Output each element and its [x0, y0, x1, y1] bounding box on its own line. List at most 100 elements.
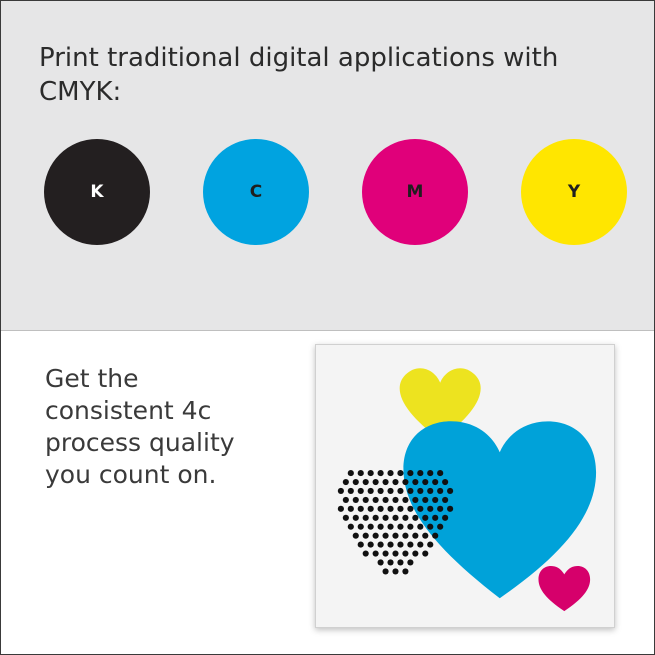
- halftone-dot: [367, 470, 374, 477]
- halftone-dot: [417, 470, 424, 477]
- halftone-dot: [447, 487, 454, 495]
- halftone-dot: [392, 550, 399, 557]
- halftone-dot: [412, 550, 419, 557]
- halftone-dot: [377, 559, 384, 566]
- halftone-dot: [442, 478, 449, 486]
- halftone-dot: [347, 487, 354, 495]
- halftone-dot: [397, 487, 404, 495]
- halftone-dot: [357, 505, 364, 512]
- ink-label-y: Y: [567, 182, 581, 202]
- halftone-dot: [417, 541, 424, 548]
- halftone-dot: [437, 505, 444, 512]
- halftone-dot: [427, 523, 434, 530]
- halftone-dot: [397, 505, 404, 512]
- halftone-dot: [402, 478, 409, 486]
- ink-swatch-row: K C M Y: [1, 139, 654, 249]
- halftone-dot: [407, 523, 414, 530]
- halftone-dot: [362, 514, 369, 521]
- hearts-photo: [315, 344, 615, 628]
- halftone-dot: [372, 550, 379, 557]
- halftone-dot: [377, 470, 384, 477]
- halftone-dot: [442, 514, 449, 521]
- halftone-dot: [427, 541, 434, 548]
- halftone-dot: [372, 478, 379, 486]
- halftone-dot: [417, 487, 424, 495]
- halftone-dot: [382, 532, 389, 539]
- halftone-dot: [337, 487, 344, 495]
- halftone-dot: [392, 514, 399, 521]
- halftone-dot: [392, 478, 399, 486]
- halftone-dot: [377, 505, 384, 512]
- page: Print traditional digital applications w…: [0, 0, 655, 655]
- halftone-dot: [432, 496, 439, 503]
- halftone-dot: [437, 523, 444, 530]
- halftone-dot: [352, 496, 359, 503]
- halftone-dot: [422, 496, 429, 503]
- halftone-dot: [397, 523, 404, 530]
- halftone-dot: [362, 478, 369, 486]
- halftone-dot: [387, 505, 394, 512]
- halftone-dot: [387, 487, 394, 495]
- halftone-dot: [402, 550, 409, 557]
- halftone-dot: [362, 550, 369, 557]
- halftone-dot: [387, 559, 394, 566]
- ink-swatch-magenta: M: [362, 139, 468, 245]
- halftone-dot: [432, 478, 439, 486]
- halftone-dot: [442, 496, 449, 503]
- ink-label-k: K: [90, 182, 104, 202]
- halftone-dot: [367, 505, 374, 512]
- halftone-dot: [347, 470, 354, 477]
- halftone-dot: [437, 487, 444, 495]
- halftone-dot: [432, 532, 439, 539]
- halftone-dot: [422, 514, 429, 521]
- halftone-dot: [397, 470, 404, 477]
- halftone-dot: [382, 568, 389, 575]
- halftone-dot: [357, 541, 364, 548]
- halftone-dot: [402, 496, 409, 503]
- halftone-dot: [407, 541, 414, 548]
- halftone-dot: [347, 505, 354, 512]
- halftone-dot: [407, 559, 414, 566]
- halftone-dot: [382, 496, 389, 503]
- halftone-dot: [412, 478, 419, 486]
- halftone-dot: [347, 523, 354, 530]
- ink-label-c: C: [249, 182, 263, 202]
- ink-swatch-cyan: C: [203, 139, 309, 245]
- halftone-dot: [377, 523, 384, 530]
- halftone-dot: [367, 541, 374, 548]
- halftone-dot: [382, 550, 389, 557]
- halftone-dot: [357, 470, 364, 477]
- halftone-dot: [397, 559, 404, 566]
- halftone-dot: [352, 532, 359, 539]
- halftone-dot: [387, 541, 394, 548]
- halftone-dot: [407, 470, 414, 477]
- halftone-dot: [382, 478, 389, 486]
- halftone-dot: [357, 523, 364, 530]
- halftone-dot: [362, 532, 369, 539]
- halftone-dot: [412, 496, 419, 503]
- halftone-dot: [392, 496, 399, 503]
- ink-swatch-yellow: Y: [521, 139, 627, 245]
- halftone-dot: [417, 505, 424, 512]
- halftone-dot: [372, 514, 379, 521]
- halftone-dot: [362, 496, 369, 503]
- halftone-dot: [392, 568, 399, 575]
- halftone-dot: [417, 523, 424, 530]
- halftone-dot: [432, 514, 439, 521]
- halftone-dot: [392, 532, 399, 539]
- halftone-dot: [387, 470, 394, 477]
- halftone-dot: [342, 496, 349, 503]
- halftone-dot: [337, 505, 344, 512]
- ink-label-m: M: [406, 182, 424, 202]
- halftone-dot: [402, 514, 409, 521]
- halftone-dot: [437, 470, 444, 477]
- halftone-dot: [422, 550, 429, 557]
- halftone-dot: [387, 523, 394, 530]
- halftone-dot: [377, 541, 384, 548]
- hearts-illustration: [337, 368, 597, 612]
- halftone-dot: [372, 532, 379, 539]
- halftone-dot: [427, 505, 434, 512]
- halftone-dot: [352, 478, 359, 486]
- halftone-dot: [397, 541, 404, 548]
- halftone-dot: [382, 514, 389, 521]
